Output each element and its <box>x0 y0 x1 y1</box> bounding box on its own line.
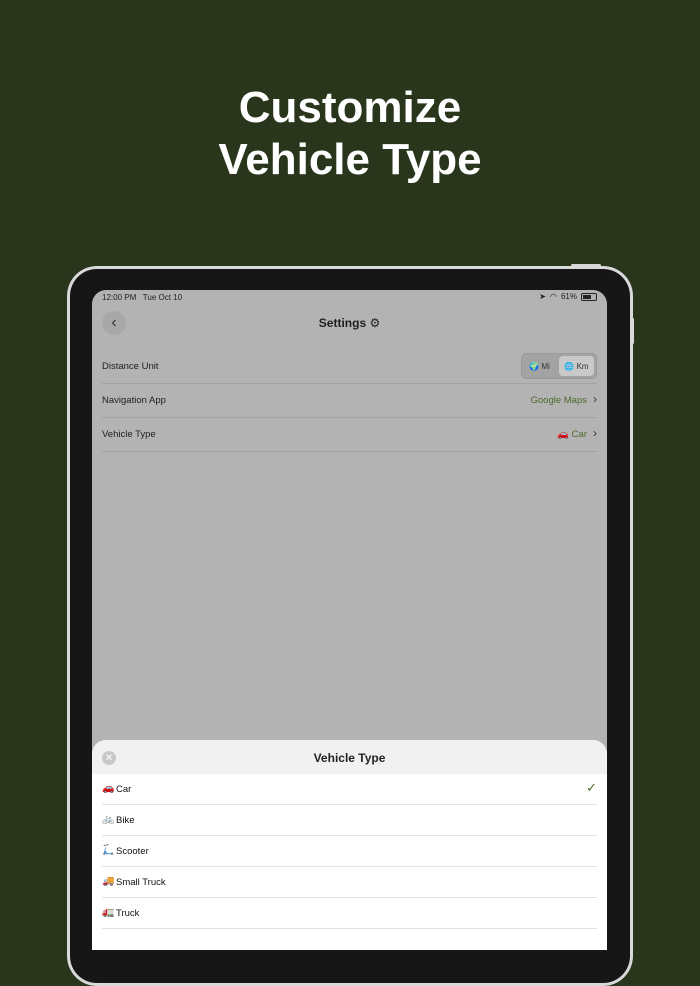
segment-mi[interactable]: 🌍 Mi <box>522 354 557 378</box>
option-label: Small Truck <box>116 877 166 888</box>
vehicle-type-label: Vehicle Type <box>102 429 156 440</box>
option-bike[interactable]: 🚲 Bike <box>102 805 597 836</box>
option-label: Truck <box>116 908 140 919</box>
navigation-app-row[interactable]: Navigation App Google Maps › <box>102 383 597 418</box>
vehicle-type-value: 🚗 Car <box>557 429 587 440</box>
chevron-right-icon: › <box>593 392 597 406</box>
option-car[interactable]: 🚗 Car ✓ <box>102 774 597 805</box>
distance-unit-row: Distance Unit 🌍 Mi 🌐 Km <box>102 349 597 384</box>
option-truck[interactable]: 🚛 Truck <box>102 898 597 929</box>
status-time: 12:00 PM <box>102 293 137 302</box>
chevron-right-icon: › <box>593 426 597 440</box>
sheet-title: Vehicle Type <box>313 751 386 765</box>
sheet-header: ✕ Vehicle Type <box>92 740 607 774</box>
small-truck-icon: 🚚 <box>102 876 115 887</box>
vehicle-type-sheet: ✕ Vehicle Type 🚗 Car ✓ 🚲 Bike 🛴 Scooter … <box>92 740 607 950</box>
truck-icon: 🚛 <box>102 907 115 918</box>
option-label: Bike <box>116 815 135 826</box>
option-small-truck[interactable]: 🚚 Small Truck <box>102 867 597 898</box>
status-date: Tue Oct 10 <box>142 293 183 302</box>
segment-km[interactable]: 🌐 Km <box>559 356 594 376</box>
globe-grid-icon: 🌐 <box>564 361 575 371</box>
vehicle-type-row[interactable]: Vehicle Type 🚗 Car › <box>102 417 597 452</box>
car-icon: 🚗 <box>102 783 115 794</box>
wifi-icon: ◠ <box>550 292 557 301</box>
distance-unit-segmented-control: 🌍 Mi 🌐 Km <box>521 353 597 379</box>
scooter-icon: 🛴 <box>102 845 115 856</box>
headline: Customize Vehicle Type <box>0 82 700 186</box>
navigation-app-value: Google Maps <box>530 395 587 406</box>
option-scooter[interactable]: 🛴 Scooter <box>102 836 597 867</box>
app-screen: 12:00 PM Tue Oct 10 ➤ ◠ 61% ‹ Settings ⚙… <box>92 290 607 950</box>
option-label: Car <box>116 784 132 795</box>
battery-percent: 61% <box>560 292 577 301</box>
headline-line-1: Customize <box>238 83 462 132</box>
power-button <box>571 264 601 267</box>
bike-icon: 🚲 <box>102 814 115 825</box>
checkmark-icon: ✓ <box>586 780 597 795</box>
navigation-app-label: Navigation App <box>102 395 166 406</box>
option-label: Scooter <box>116 846 149 857</box>
page-title: Settings ⚙ <box>318 316 381 330</box>
distance-unit-label: Distance Unit <box>102 361 159 372</box>
volume-button <box>631 318 634 344</box>
location-icon: ➤ <box>539 292 546 301</box>
globe-icon: 🌍 <box>529 361 540 371</box>
status-bar: 12:00 PM Tue Oct 10 ➤ ◠ 61% <box>92 290 607 304</box>
battery-icon <box>581 292 597 301</box>
headline-line-2: Vehicle Type <box>218 135 482 184</box>
